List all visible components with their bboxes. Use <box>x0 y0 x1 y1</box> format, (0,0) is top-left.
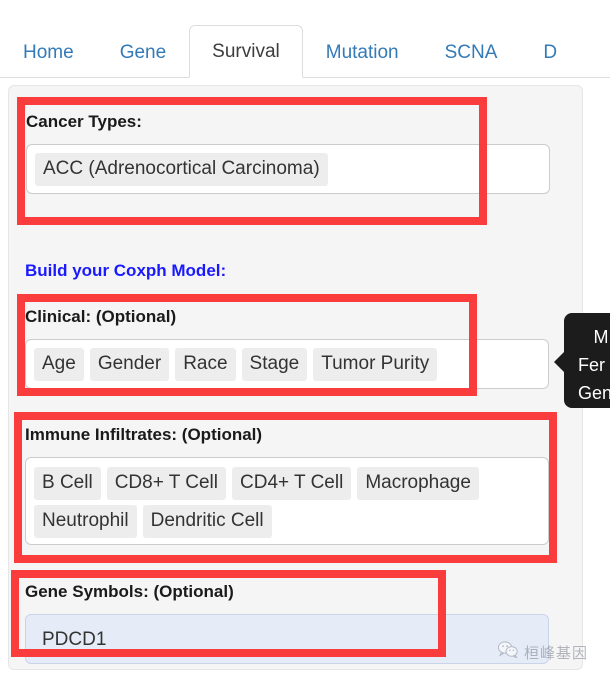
immune-infiltrates-select[interactable]: B Cell CD8+ T Cell CD4+ T Cell Macrophag… <box>25 457 549 545</box>
cancer-types-select[interactable]: ACC (Adrenocortical Carcinoma) <box>26 144 550 194</box>
immune-infiltrates-label: Immune Infiltrates: (Optional) <box>25 425 263 444</box>
gene-symbol-value[interactable]: PDCD1 <box>34 626 114 653</box>
clinical-select[interactable]: Age Gender Race Stage Tumor Purity <box>25 339 549 389</box>
tooltip-line-2: Fer <box>578 355 605 375</box>
immune-chip-b-cell[interactable]: B Cell <box>34 467 101 500</box>
clinical-chip-stage[interactable]: Stage <box>241 347 308 381</box>
tooltip-line-1: M <box>593 327 609 347</box>
watermark: 桓峰基因 <box>497 641 589 663</box>
immune-chip-cd4-t-cell[interactable]: CD4+ T Cell <box>232 467 352 500</box>
tab-survival[interactable]: Survival <box>189 25 303 78</box>
immune-chip-neutrophil[interactable]: Neutrophil <box>34 505 137 538</box>
tab-list: Home Gene Survival Mutation SCNA D <box>0 15 580 78</box>
main-tab-bar: Home Gene Survival Mutation SCNA D <box>0 0 610 78</box>
cancer-type-chip[interactable]: ACC (Adrenocortical Carcinoma) <box>35 152 328 186</box>
clinical-chip-race[interactable]: Race <box>175 347 236 381</box>
watermark-text: 桓峰基因 <box>524 644 589 662</box>
clinical-chip-age[interactable]: Age <box>34 347 84 381</box>
tab-gene[interactable]: Gene <box>97 29 189 77</box>
wechat-icon <box>497 641 518 663</box>
immune-chip-macrophage[interactable]: Macrophage <box>357 467 479 500</box>
build-coxph-model-label: Build your Coxph Model: <box>25 261 227 280</box>
clinical-chip-gender[interactable]: Gender <box>89 347 170 381</box>
tab-scna[interactable]: SCNA <box>422 29 521 77</box>
tooltip-line-3: Gen <box>578 383 610 403</box>
immune-chip-cd8-t-cell[interactable]: CD8+ T Cell <box>106 467 226 500</box>
clinical-label: Clinical: (Optional) <box>25 307 177 326</box>
clinical-chip-tumor-purity[interactable]: Tumor Purity <box>313 347 438 381</box>
immune-chip-dendritic-cell[interactable]: Dendritic Cell <box>142 505 272 538</box>
tab-mutation[interactable]: Mutation <box>303 29 422 77</box>
gene-symbols-label: Gene Symbols: (Optional) <box>25 582 234 601</box>
tab-d[interactable]: D <box>520 29 580 77</box>
tab-home[interactable]: Home <box>0 29 97 77</box>
cancer-types-label: Cancer Types: <box>26 112 142 131</box>
gene-symbols-select[interactable]: PDCD1 <box>25 614 549 664</box>
model-tooltip: M Fer Gen <box>564 313 610 408</box>
